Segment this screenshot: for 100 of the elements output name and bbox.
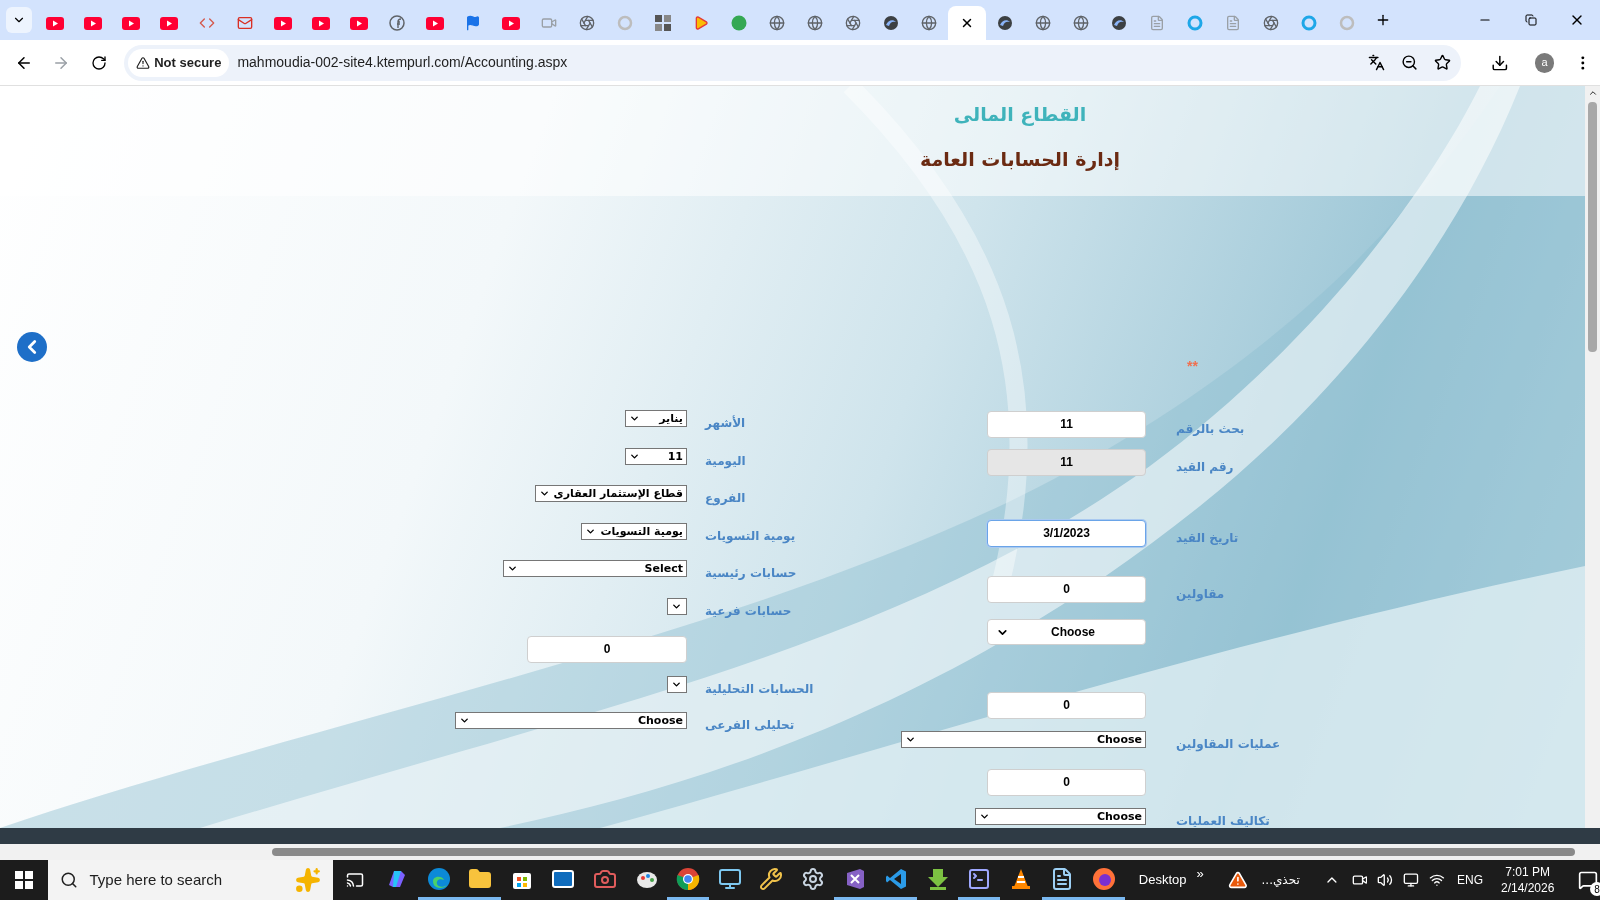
vertical-scrollbar[interactable]: [1585, 86, 1600, 828]
document-icon: [1225, 15, 1241, 31]
taskbar-search-field[interactable]: Type here to search: [47, 860, 333, 900]
warning-icon: [136, 55, 151, 70]
text-field[interactable]: 0: [987, 691, 1146, 719]
ring-icon: [1301, 15, 1317, 31]
section-title: القطاع المالى: [953, 102, 1087, 128]
globe-icon: [807, 15, 823, 31]
field-label: الفروع: [705, 491, 746, 505]
video-icon: [541, 15, 557, 31]
select-field[interactable]: قطاع الإستثمار العقارى: [534, 484, 687, 502]
aperture-icon: [845, 15, 861, 31]
aperture-icon: [579, 15, 595, 31]
code-icon: [199, 15, 215, 31]
volume-icon[interactable]: [1377, 872, 1394, 888]
horizontal-scrollbar[interactable]: [0, 844, 1600, 860]
field-label: يومية التسويات: [705, 529, 796, 543]
close-icon: [960, 16, 974, 30]
profile-avatar[interactable]: a: [1534, 52, 1555, 73]
security-chip[interactable]: Not secure: [128, 48, 230, 77]
select-field[interactable]: يومية التسويات: [581, 522, 687, 540]
warning-icon[interactable]: [1227, 870, 1248, 890]
flag-icon: [465, 15, 481, 31]
code-editor-icon: [884, 866, 909, 891]
field-label: رقم القيد: [1176, 460, 1234, 474]
text-field[interactable]: 0: [987, 575, 1146, 603]
globe-icon: [1035, 15, 1051, 31]
download-icon[interactable]: [1491, 53, 1509, 72]
camera-icon[interactable]: [1351, 872, 1368, 888]
toolbar-label[interactable]: Desktop: [1138, 870, 1187, 890]
aperture-icon: [1263, 15, 1279, 31]
select-field[interactable]: 11: [625, 447, 687, 465]
ring-icon: [1187, 15, 1203, 31]
wrench-icon: [759, 866, 784, 891]
globe-icon: [1073, 15, 1089, 31]
video-play-icon: [122, 16, 140, 30]
address-bar[interactable]: Not secure mahmoudia-002-site4.ktempurl.com/Accounting.aspx: [124, 44, 1462, 81]
scrollbar-thumb[interactable]: [1588, 102, 1597, 352]
circle-icon: [389, 15, 405, 31]
dropdown-field[interactable]: Choose: [987, 619, 1146, 645]
text-field[interactable]: 0: [987, 768, 1146, 796]
notification-button[interactable]: 8: [1576, 868, 1600, 892]
video-play-icon: [84, 16, 102, 30]
video-play-icon: [160, 16, 178, 30]
back-circle-button[interactable]: [17, 332, 47, 362]
video-play-icon: [274, 16, 292, 30]
url-text: mahmoudia-002-site4.ktempurl.com/Accounting.aspx: [237, 53, 568, 72]
globe-icon: [921, 15, 937, 31]
browser-tab[interactable]: [948, 6, 986, 40]
monitor-icon: [717, 866, 742, 891]
display-icon[interactable]: [1403, 872, 1420, 888]
select-field[interactable]: Choose: [901, 730, 1146, 748]
zoom-icon[interactable]: [1401, 54, 1419, 71]
toolbar-overflow[interactable]: »: [1196, 864, 1204, 884]
translate-icon[interactable]: [1368, 54, 1386, 71]
bookmark-star-icon[interactable]: [1434, 54, 1452, 71]
restore-icon: [1525, 14, 1537, 26]
text-field[interactable]: 3/1/2023: [987, 519, 1146, 547]
folder-icon: [468, 866, 493, 891]
page-title: إدارة الحسابات العامة: [919, 146, 1121, 173]
wifi-icon[interactable]: [1429, 872, 1445, 888]
field-label: الأشهر: [705, 416, 746, 430]
text-field[interactable]: 0: [527, 635, 687, 663]
field-label: بحث بالرقم: [1176, 422, 1245, 436]
select-field[interactable]: Select: [503, 559, 687, 577]
field-label: تكاليف العمليات: [1176, 814, 1270, 828]
required-mark: **: [1187, 357, 1198, 376]
browser-icon: [676, 866, 701, 891]
clock[interactable]: 7:01 PM 2/14/2026: [1501, 864, 1555, 896]
field-label: تاريخ القيد: [1176, 531, 1239, 545]
swirl-icon: [883, 15, 899, 31]
ring-icon: [1339, 15, 1355, 31]
video-play-icon: [312, 16, 330, 30]
terminal-icon: [967, 866, 992, 891]
dot-icon: [731, 15, 747, 31]
video-play-icon: [46, 16, 64, 30]
select-field[interactable]: يناير: [625, 409, 687, 427]
sparkles-icon: [294, 867, 321, 893]
task-view-icon: [345, 871, 364, 889]
reload-icon: [90, 54, 107, 71]
search-icon: [59, 871, 78, 889]
language-indicator[interactable]: ENG: [1456, 871, 1483, 889]
video-play-icon: [426, 16, 444, 30]
select-field[interactable]: Choose: [455, 711, 687, 729]
notification-badge: 8: [1590, 882, 1600, 896]
scroll-up-icon: [1587, 88, 1598, 98]
select-field[interactable]: [667, 597, 687, 615]
swirl-icon: [426, 866, 451, 891]
field-label: حسابات رئيسية: [705, 566, 797, 580]
warning-label[interactable]: تحذي...: [1261, 871, 1300, 889]
windows-logo-icon: [14, 871, 33, 889]
video-play-icon: [350, 16, 368, 30]
gear-icon: [800, 866, 825, 891]
select-field[interactable]: [667, 675, 687, 693]
field-label: تحليلى الفرعى: [705, 718, 795, 732]
text-field[interactable]: 11: [987, 410, 1146, 438]
tab-list-button[interactable]: [6, 7, 32, 33]
ring-icon: [617, 15, 633, 31]
document-icon: [1149, 15, 1165, 31]
scrollbar-thumb[interactable]: [272, 848, 1575, 856]
